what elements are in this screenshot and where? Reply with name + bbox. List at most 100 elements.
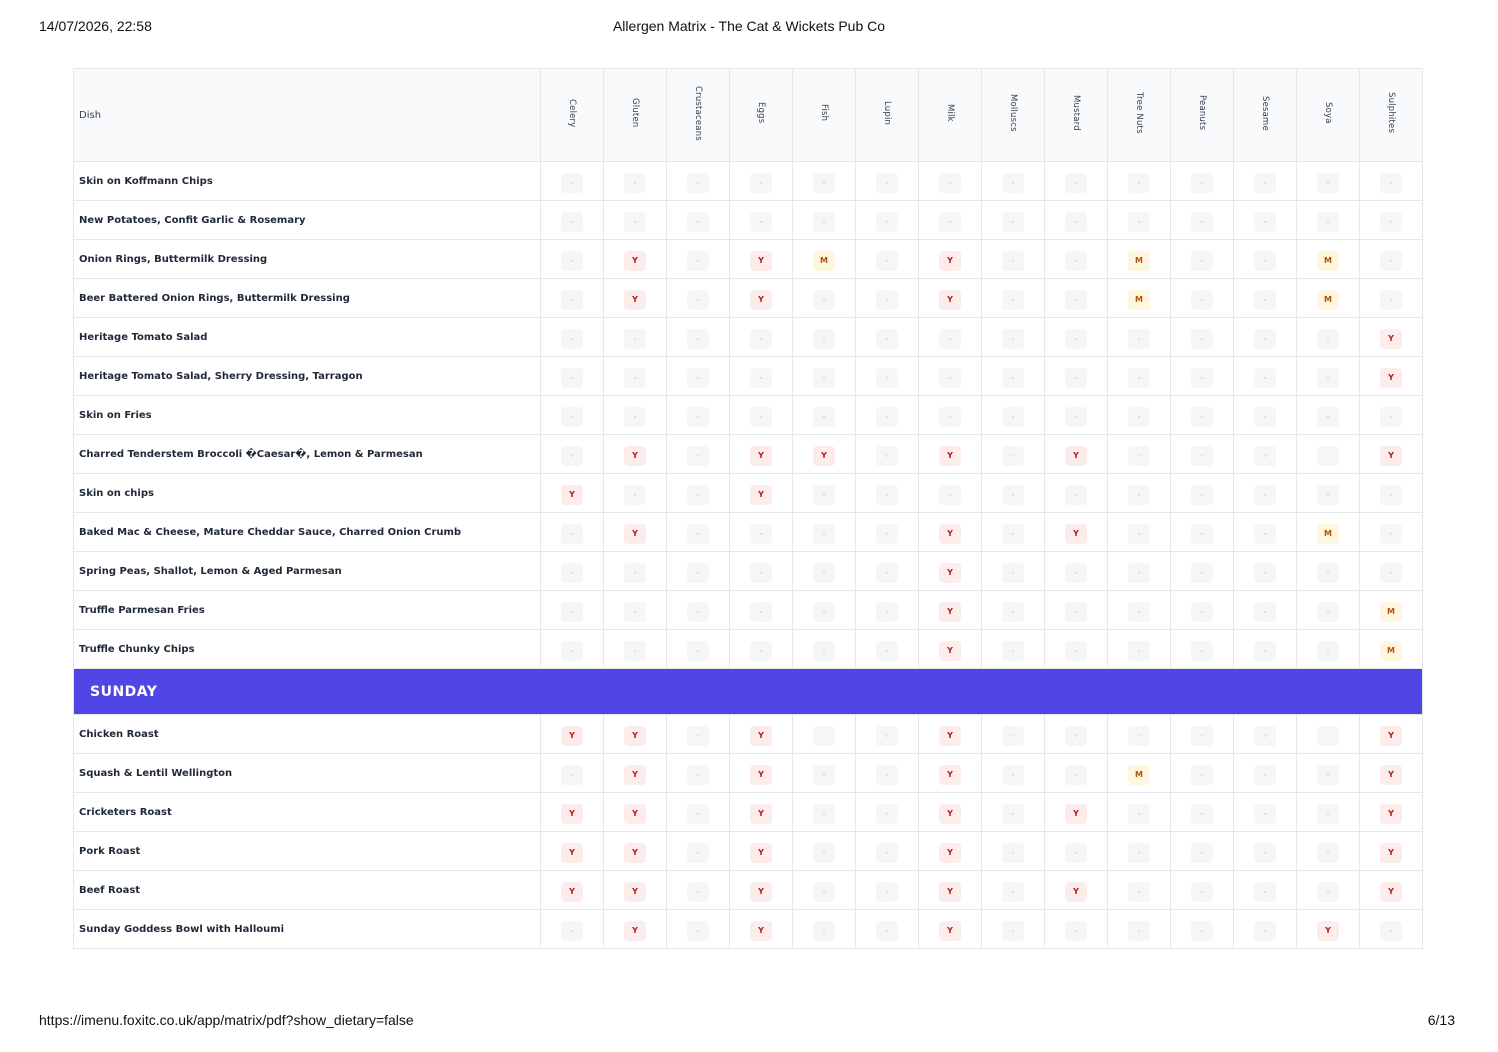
allergen-cell: - [1044,161,1108,201]
allergen-cell: - [1170,714,1234,754]
allergen-cell: - [855,356,919,396]
allergen-cell: - [666,434,730,474]
none-badge: - [750,172,772,193]
allergen-cell: - [1107,356,1171,396]
none-badge: - [1002,881,1024,902]
contains-badge: Y [561,803,583,824]
allergen-cell: - [666,629,730,669]
none-badge: - [876,764,898,785]
allergen-cell: Y [918,512,982,552]
table-row: Beef Roast Y Y - Y - - Y - Y - - - - Y [73,870,1423,910]
none-badge: - [1191,250,1213,271]
none-badge: - [1254,328,1276,349]
allergen-cell: - [666,753,730,793]
none-badge: - [1191,211,1213,232]
allergen-cell: - [729,395,793,435]
contains-badge: Y [750,803,772,824]
allergen-cell: M [1296,512,1360,552]
none-badge: - [876,601,898,622]
none-badge: - [1317,881,1339,902]
allergen-cell: Y [603,831,667,871]
allergen-cell: Y [918,278,982,318]
none-badge: - [561,640,583,661]
table-row: Skin on Koffmann Chips - - - - - - - - - - - - - - [73,161,1423,201]
contains-badge: Y [1380,328,1402,349]
none-badge: - [1128,484,1150,505]
none-badge: - [624,328,646,349]
table-row: Charred Tenderstem Broccoli �Caesar�, Le… [73,434,1423,474]
none-badge: - [687,601,709,622]
allergen-cell: Y [1044,434,1108,474]
none-badge: - [687,881,709,902]
allergen-cell: - [1107,161,1171,201]
allergen-table: Dish Celery Gluten Crustaceans Eggs Fish Lupi… [73,68,1423,949]
allergen-header-tree-nuts: Tree Nuts [1107,68,1171,162]
none-badge: - [1128,562,1150,583]
contains-badge: Y [1380,367,1402,388]
allergen-cell: - [603,317,667,357]
none-badge: - [1254,484,1276,505]
contains-badge: Y [561,881,583,902]
allergen-cell: Y [729,434,793,474]
allergen-cell: - [1296,551,1360,591]
none-badge: - [750,406,772,427]
contains-badge: Y [939,725,961,746]
allergen-cell: - [981,714,1045,754]
allergen-cell: - [1170,512,1234,552]
none-badge: - [1254,803,1276,824]
allergen-cell: M [1107,239,1171,279]
contains-badge: Y [939,640,961,661]
allergen-cell: - [1044,395,1108,435]
allergen-cell: - [729,161,793,201]
none-badge: - [1254,250,1276,271]
table-row: Pork Roast Y Y - Y - - Y - - - - - - Y [73,831,1423,871]
allergen-cell: - [540,200,604,240]
page-number: 6/13 [1427,1012,1455,1028]
none-badge: - [1002,640,1024,661]
matrix-body: Skin on Koffmann Chips - - - - - - - - - - - - - - New … [73,161,1423,949]
allergen-cell: - [981,278,1045,318]
none-badge: - [939,211,961,232]
dish-name: Truffle Parmesan Fries [73,590,541,630]
none-badge: - [561,172,583,193]
none-badge: - [1191,881,1213,902]
allergen-cell: - [1044,317,1108,357]
allergen-cell: Y [1359,714,1423,754]
contains-badge: Y [1380,842,1402,863]
allergen-cell: - [666,161,730,201]
may-contain-badge: M [1317,250,1339,271]
dish-name: Heritage Tomato Salad [73,317,541,357]
none-badge: - [687,367,709,388]
none-badge: - [1065,842,1087,863]
allergen-cell: - [792,909,856,949]
allergen-cell: - [729,200,793,240]
none-badge: - [813,523,835,544]
allergen-cell: - [792,395,856,435]
none-badge: - [1317,803,1339,824]
allergen-cell: Y [918,909,982,949]
allergen-cell: - [855,395,919,435]
none-badge: - [876,881,898,902]
may-contain-badge: M [1128,289,1150,310]
allergen-cell: Y [792,434,856,474]
allergen-cell: Y [918,239,982,279]
allergen-header-label: Soya [1323,102,1333,124]
allergen-cell: - [1170,356,1234,396]
allergen-cell: - [540,434,604,474]
allergen-cell: - [1107,590,1171,630]
contains-badge: Y [750,920,772,941]
allergen-cell: - [1107,395,1171,435]
allergen-cell: Y [603,870,667,910]
table-row: Beer Battered Onion Rings, Buttermilk Dr… [73,278,1423,318]
none-badge: - [1191,725,1213,746]
none-badge: - [876,211,898,232]
none-badge: - [624,562,646,583]
table-row: Spring Peas, Shallot, Lemon & Aged Parme… [73,551,1423,591]
contains-badge: Y [750,289,772,310]
none-badge: - [1317,328,1339,349]
allergen-cell: - [666,831,730,871]
none-badge: - [1128,725,1150,746]
allergen-cell: - [918,200,982,240]
none-badge: - [687,484,709,505]
none-badge: - [1317,601,1339,622]
